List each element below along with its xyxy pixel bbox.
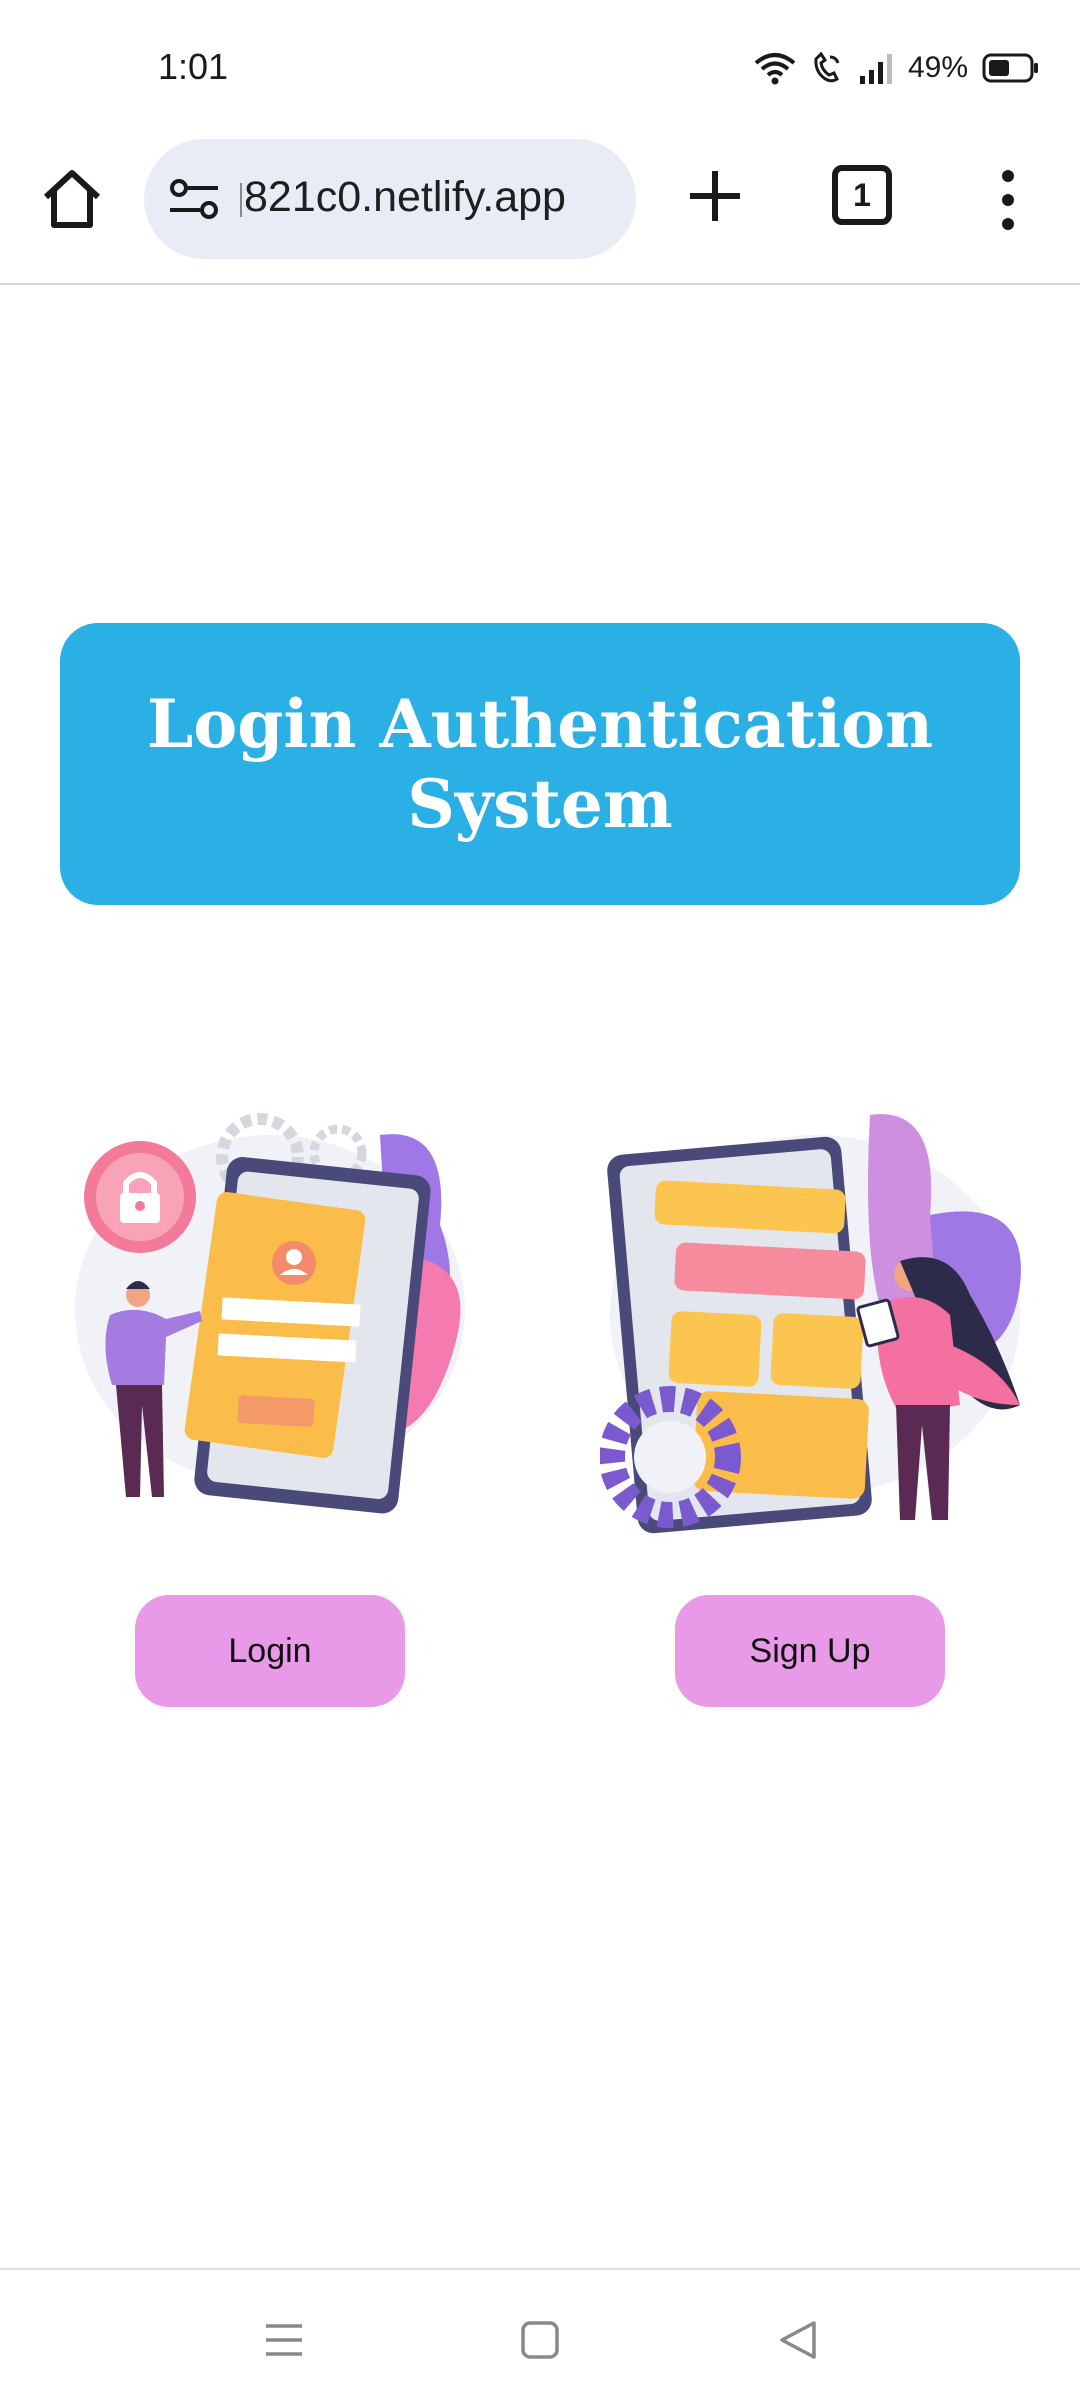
- system-nav-bar: [0, 2268, 1080, 2402]
- browser-toolbar: 821c0.netlify.app 1: [0, 135, 1080, 285]
- signup-button[interactable]: Sign Up: [675, 1595, 945, 1707]
- page-title: Login Authentication System: [146, 685, 934, 843]
- login-button[interactable]: Login: [135, 1595, 405, 1707]
- new-tab-icon[interactable]: [680, 161, 750, 231]
- title-banner: Login Authentication System: [60, 623, 1020, 905]
- url-text[interactable]: 821c0.netlify.app: [244, 173, 566, 222]
- home-icon[interactable]: [38, 165, 106, 233]
- address-bar[interactable]: 821c0.netlify.app: [144, 139, 636, 259]
- more-menu-icon[interactable]: [988, 167, 1028, 233]
- status-bar: 1:01 49%: [0, 0, 1080, 135]
- battery-icon: [982, 53, 1038, 83]
- site-settings-icon[interactable]: [168, 177, 220, 221]
- url-divider: [240, 183, 242, 217]
- status-time: 1:01: [158, 46, 229, 87]
- home-nav-icon[interactable]: [518, 2318, 562, 2362]
- wifi-icon: [754, 53, 796, 85]
- signup-illustration: [600, 1114, 1021, 1534]
- login-illustration: [75, 1113, 465, 1514]
- back-icon[interactable]: [776, 2318, 820, 2362]
- status-icons: 49%: [754, 44, 1040, 92]
- tab-count: 1: [853, 176, 871, 213]
- wifi-calling-icon: [814, 51, 840, 83]
- recents-icon[interactable]: [262, 2318, 306, 2362]
- battery-percent: 49%: [907, 51, 968, 84]
- tab-switcher-icon[interactable]: 1: [832, 165, 892, 225]
- signal-icon: [859, 54, 892, 84]
